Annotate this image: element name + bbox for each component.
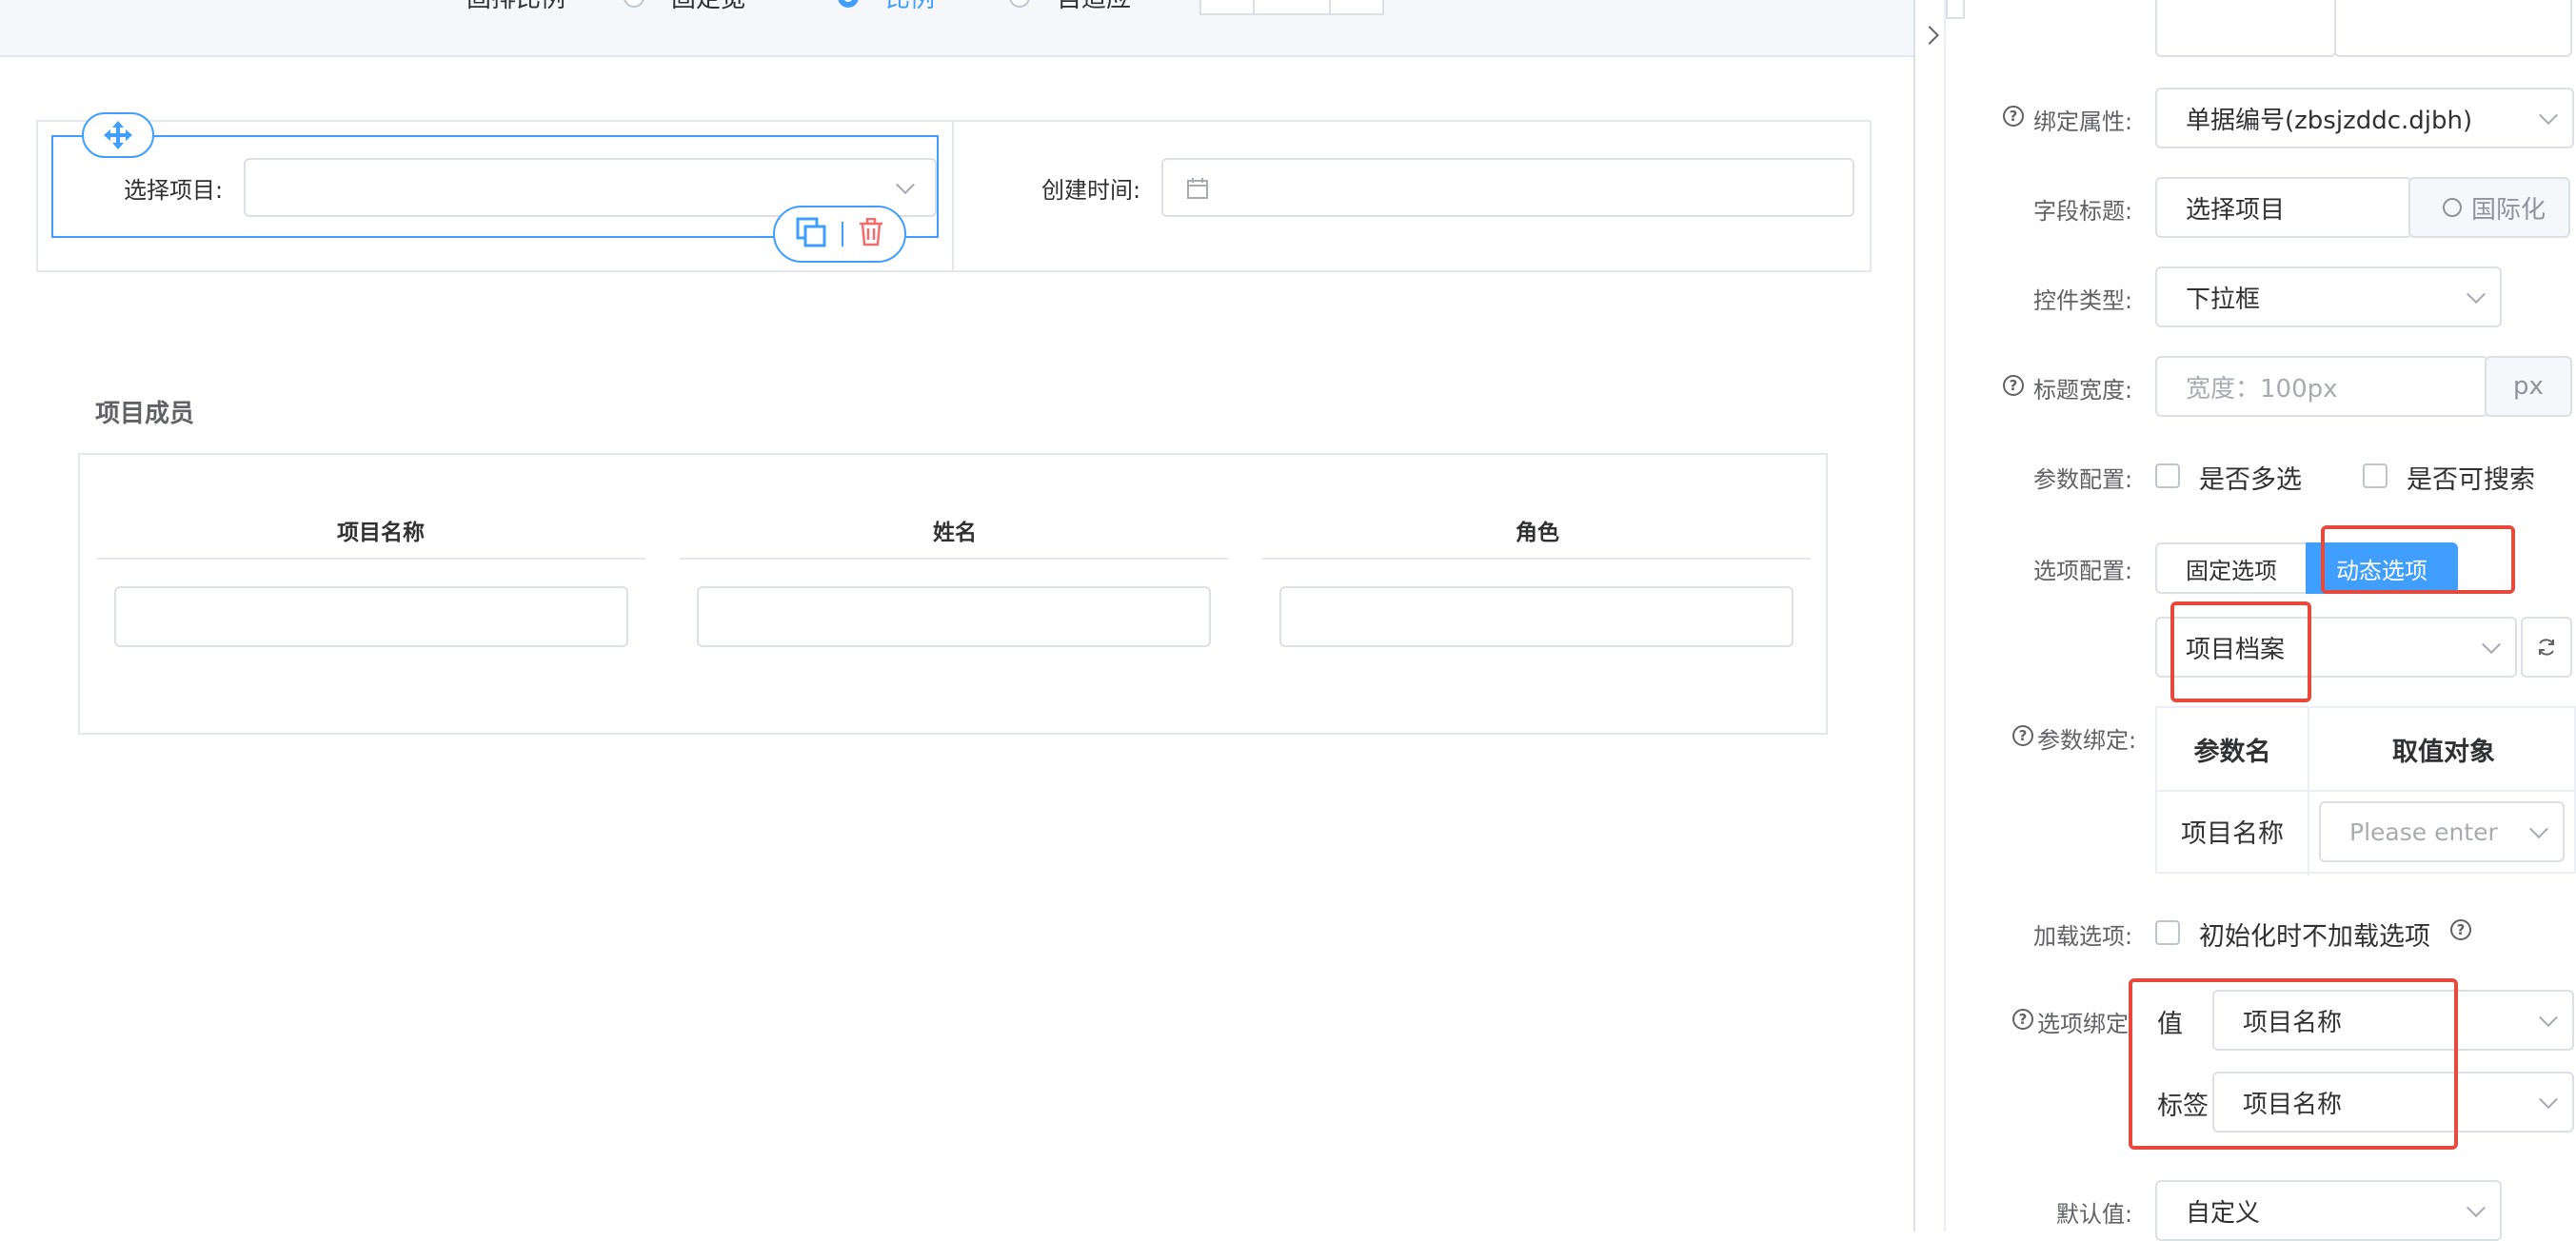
chevron-down-icon — [2467, 1198, 2486, 1218]
refresh-button[interactable] — [2521, 617, 2572, 678]
bind-attr-select[interactable]: 单据编号(zbsjzddc.djbh) — [2155, 88, 2574, 148]
annotation-box — [2170, 601, 2311, 702]
value-object-placeholder: Please enter — [2349, 817, 2498, 846]
member-subtable: 项目名称 姓名 角色 — [78, 453, 1828, 735]
value-object-select[interactable]: Please enter — [2319, 801, 2565, 862]
annotation-box — [2321, 525, 2515, 594]
no-preload-checkbox[interactable] — [2155, 920, 2180, 945]
i18n-label: 国际化 — [2471, 195, 2546, 225]
name-cell-input[interactable] — [697, 586, 1211, 647]
ratio-input[interactable] — [1253, 0, 1331, 15]
searchable-label: 是否可搜索 — [2407, 465, 2535, 495]
fixed-options-button[interactable]: 固定选项 — [2155, 542, 2308, 594]
unit-label: px — [2513, 372, 2544, 401]
help-icon[interactable]: ? — [2012, 1009, 2033, 1030]
chevron-down-icon — [2529, 819, 2548, 839]
no-preload-label: 初始化时不加载选项 — [2199, 922, 2430, 952]
move-handle-icon[interactable] — [82, 112, 154, 158]
search-icon — [2443, 198, 2462, 217]
option-bind-label: 选项绑定 — [2037, 1011, 2129, 1037]
radio-ratio[interactable] — [838, 0, 859, 8]
header-divider — [1262, 558, 1811, 560]
default-value: 自定义 — [2186, 1198, 2261, 1228]
created-time-input[interactable] — [1161, 158, 1854, 217]
header-divider — [680, 558, 1228, 560]
copy-icon[interactable] — [795, 216, 827, 252]
radio-fixed-width[interactable] — [624, 0, 644, 8]
param-config-label: 参数配置: — [2033, 466, 2133, 493]
column-header-role: 角色 — [1516, 521, 1559, 545]
title-width-label: 标题宽度: — [2033, 377, 2133, 404]
field-title-label: 字段标题: — [2033, 198, 2133, 225]
top-partial-checkbox[interactable] — [1946, 0, 1965, 19]
help-icon[interactable]: ? — [2003, 375, 2024, 396]
radio-fixed-width-label: 固定宽 — [671, 0, 745, 14]
help-icon[interactable]: ? — [2012, 725, 2033, 746]
panel-collapse-bar[interactable] — [1915, 0, 1946, 1231]
help-icon[interactable]: ? — [2450, 919, 2471, 940]
field-title-input[interactable]: 选择项目 — [2155, 177, 2412, 238]
param-row-name: 项目名称 — [2181, 819, 2284, 849]
default-value-select[interactable]: 自定义 — [2155, 1180, 2502, 1241]
ratio-plus-button[interactable] — [1329, 0, 1384, 15]
column-header-name: 姓名 — [933, 521, 977, 545]
project-name-cell-input[interactable] — [114, 586, 628, 647]
select-project-label: 选择项目: — [124, 177, 224, 204]
calendar-icon — [1186, 177, 1209, 204]
control-type-value: 下拉框 — [2186, 285, 2261, 314]
param-bind-label: 参数绑定: — [2037, 727, 2137, 754]
ratio-minus-button[interactable] — [1199, 0, 1255, 15]
ratio-label: 固排比例 — [466, 0, 565, 14]
title-width-unit: px — [2485, 356, 2572, 417]
subtable-title: 项目成员 — [95, 400, 195, 428]
param-name-header: 参数名 — [2193, 738, 2271, 767]
radio-auto[interactable] — [1009, 0, 1030, 8]
default-value-label: 默认值: — [2056, 1201, 2133, 1228]
radio-auto-label: 自适应 — [1057, 0, 1131, 14]
chevron-down-icon — [2539, 1008, 2558, 1028]
radio-ratio-label: 比例 — [885, 0, 935, 14]
chevron-down-icon — [2482, 635, 2501, 655]
option-config-label: 选项配置: — [2033, 558, 2133, 584]
chevron-down-icon — [2467, 285, 2486, 305]
canvas-toolbar: 固排比例 固定宽 比例 自适应 — [0, 0, 1915, 57]
header-divider — [97, 558, 645, 560]
fixed-options-label: 固定选项 — [2186, 557, 2277, 584]
multi-select-checkbox[interactable] — [2155, 463, 2180, 488]
searchable-checkbox[interactable] — [2363, 463, 2388, 488]
created-time-label: 创建时间: — [1041, 177, 1141, 204]
load-options-label: 加载选项: — [2033, 923, 2133, 950]
divider — [841, 222, 843, 246]
refresh-icon — [2539, 639, 2554, 656]
bind-attr-value: 单据编号(zbsjzddc.djbh) — [2186, 106, 2473, 135]
top-partial-input-left[interactable] — [2155, 0, 2336, 57]
control-type-label: 控件类型: — [2033, 287, 2133, 314]
delete-icon[interactable] — [858, 217, 884, 250]
top-partial-input-right[interactable] — [2334, 0, 2572, 57]
value-object-header: 取值对象 — [2392, 738, 2495, 767]
chevron-down-icon — [896, 175, 915, 195]
field-title-value: 选择项目 — [2186, 195, 2286, 225]
help-icon[interactable]: ? — [2003, 106, 2024, 127]
column-header-project-name: 项目名称 — [337, 521, 425, 545]
i18n-button[interactable]: 国际化 — [2408, 177, 2570, 238]
chevron-right-icon[interactable] — [1920, 26, 1939, 45]
title-width-placeholder: 宽度：100px — [2186, 374, 2338, 404]
form-canvas: 选择项目: 创建时间: 项目成员 项目名称 姓名 角色 — [0, 57, 1915, 1231]
bind-attr-label: 绑定属性: — [2033, 108, 2133, 135]
control-type-select[interactable]: 下拉框 — [2155, 266, 2502, 327]
annotation-box — [2129, 978, 2458, 1150]
multi-select-label: 是否多选 — [2199, 465, 2302, 495]
chevron-down-icon — [2539, 1090, 2558, 1110]
chevron-down-icon — [2539, 106, 2558, 126]
role-cell-input[interactable] — [1279, 586, 1793, 647]
row-divider — [2157, 790, 2576, 792]
property-panel: ? 绑定属性: 单据编号(zbsjzddc.djbh) 字段标题: 选择项目 国… — [1946, 0, 2576, 1241]
widget-actions — [773, 206, 906, 263]
title-width-input[interactable]: 宽度：100px — [2155, 356, 2488, 417]
param-bind-table: 参数名 取值对象 项目名称 Please enter — [2155, 706, 2576, 876]
